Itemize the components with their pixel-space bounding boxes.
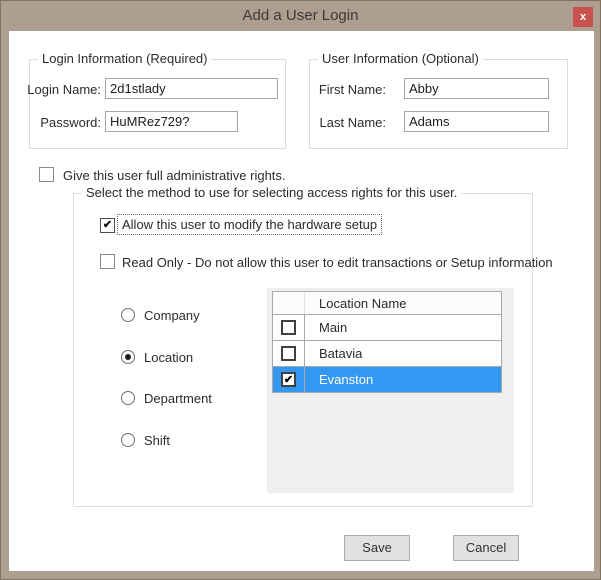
- radio-dot: [125, 354, 131, 360]
- dialog-title: Add a User Login: [242, 7, 359, 24]
- check-icon: ✔: [102, 219, 113, 231]
- hardware-setup-checkbox[interactable]: ✔: [100, 218, 115, 233]
- radio-location-label: Location: [144, 350, 194, 365]
- table-row-batavia[interactable]: Batavia: [273, 341, 501, 367]
- admin-rights-checkbox[interactable]: [39, 167, 54, 182]
- dialog-content: Login Information (Required) Login Name:…: [9, 31, 594, 571]
- hardware-setup-label: Allow this user to modify the hardware s…: [117, 214, 383, 235]
- check-icon: ✔: [283, 374, 294, 386]
- read-only-label: Read Only - Do not allow this user to ed…: [122, 255, 553, 270]
- access-rights-group-title: Select the method to use for selecting a…: [82, 185, 462, 200]
- locations-grid-panel: Location Name Main Batavia ✔ Evanston: [267, 288, 514, 493]
- user-info-group: User Information (Optional): [309, 51, 568, 149]
- login-info-group-title: Login Information (Required): [38, 51, 212, 66]
- table-row-main[interactable]: Main: [273, 315, 501, 341]
- first-name-input[interactable]: [404, 78, 549, 99]
- row-label-batavia: Batavia: [319, 346, 363, 361]
- radio-location[interactable]: [121, 350, 135, 364]
- location-name-header[interactable]: Location Name: [305, 292, 501, 314]
- header-checkbox-column: [273, 292, 305, 314]
- first-name-label: First Name:: [318, 82, 386, 97]
- cancel-button[interactable]: Cancel: [453, 535, 519, 561]
- user-info-group-title: User Information (Optional): [318, 51, 483, 66]
- radio-shift[interactable]: [121, 433, 135, 447]
- table-row-evanston[interactable]: ✔ Evanston: [273, 367, 501, 393]
- radio-company-label: Company: [144, 308, 200, 323]
- password-input[interactable]: [105, 111, 238, 132]
- row-checkbox-evanston[interactable]: ✔: [281, 372, 296, 387]
- locations-table: Location Name Main Batavia ✔ Evanston: [272, 291, 502, 393]
- login-name-input[interactable]: [105, 78, 278, 99]
- radio-company[interactable]: [121, 308, 135, 322]
- row-label-main: Main: [319, 320, 348, 335]
- login-info-group: Login Information (Required): [29, 51, 286, 149]
- password-label: Password:: [40, 115, 101, 130]
- last-name-label: Last Name:: [319, 115, 386, 130]
- last-name-input[interactable]: [404, 111, 549, 132]
- row-checkbox-batavia[interactable]: [281, 346, 296, 361]
- locations-table-header: Location Name: [273, 292, 501, 315]
- radio-shift-label: Shift: [144, 433, 171, 448]
- close-icon[interactable]: x: [573, 7, 593, 27]
- read-only-checkbox[interactable]: [100, 254, 115, 269]
- login-name-label: Login Name:: [27, 82, 101, 97]
- radio-department-label: Department: [144, 391, 212, 406]
- dialog-window: Add a User Login x Login Information (Re…: [0, 0, 601, 580]
- row-checkbox-main[interactable]: [281, 320, 296, 335]
- save-button[interactable]: Save: [344, 535, 410, 561]
- admin-rights-label: Give this user full administrative right…: [63, 168, 286, 183]
- row-label-evanston: Evanston: [319, 372, 374, 387]
- radio-department[interactable]: [121, 391, 135, 405]
